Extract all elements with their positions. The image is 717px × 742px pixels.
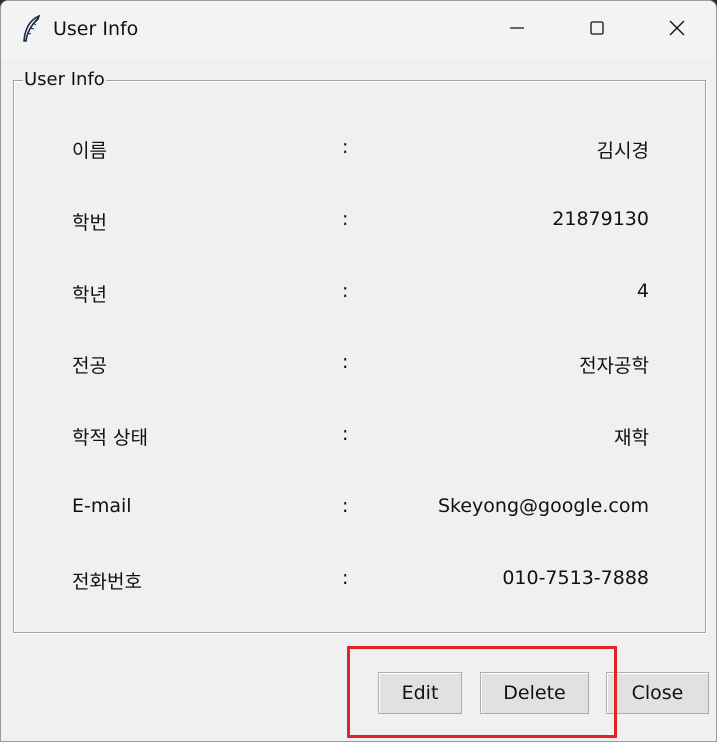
field-label: 학적 상태 xyxy=(72,427,148,449)
close-icon xyxy=(669,20,685,40)
user-info-window: User Info User Info 이름 : 김시경 학번 : 218791… xyxy=(0,0,717,742)
field-label: 학년 xyxy=(72,284,107,306)
field-row-name: 이름 : 김시경 xyxy=(1,128,716,168)
field-row-email: E-mail : Skeyong@google.com xyxy=(1,487,716,527)
field-value: 21879130 xyxy=(552,208,649,230)
field-separator: : xyxy=(342,495,349,517)
field-separator: : xyxy=(342,280,349,302)
field-row-year: 학년 : 4 xyxy=(1,272,716,312)
delete-button[interactable]: Delete xyxy=(480,672,589,714)
minimize-icon xyxy=(509,20,525,40)
field-row-phone: 전화번호 : 010-7513-7888 xyxy=(1,559,716,599)
feather-icon xyxy=(21,14,43,43)
field-value: 4 xyxy=(636,280,649,302)
field-row-student-id: 학번 : 21879130 xyxy=(1,200,716,240)
field-separator: : xyxy=(342,208,349,230)
field-row-major: 전공 : 전자공학 xyxy=(1,343,716,383)
group-legend: User Info xyxy=(23,69,106,91)
window-title: User Info xyxy=(53,18,139,40)
field-separator: : xyxy=(342,351,349,373)
minimize-button[interactable] xyxy=(477,1,557,59)
field-value: 재학 xyxy=(614,427,649,449)
close-window-button[interactable] xyxy=(637,1,716,59)
edit-button[interactable]: Edit xyxy=(378,672,462,714)
close-button[interactable]: Close xyxy=(606,672,709,714)
field-value: 김시경 xyxy=(596,140,649,162)
field-separator: : xyxy=(342,567,349,589)
field-label: 전공 xyxy=(72,355,107,377)
field-label: E-mail xyxy=(72,495,132,517)
field-label: 전화번호 xyxy=(72,571,142,593)
field-value: 전자공학 xyxy=(579,355,649,377)
field-separator: : xyxy=(342,136,349,158)
field-label: 이름 xyxy=(72,140,107,162)
maximize-icon xyxy=(589,20,605,40)
field-value: Skeyong@google.com xyxy=(437,495,649,517)
maximize-button[interactable] xyxy=(557,1,637,59)
title-bar[interactable]: User Info xyxy=(1,1,716,59)
field-value: 010-7513-7888 xyxy=(502,567,649,589)
field-row-status: 학적 상태 : 재학 xyxy=(1,415,716,455)
field-separator: : xyxy=(342,423,349,445)
field-label: 학번 xyxy=(72,212,107,234)
